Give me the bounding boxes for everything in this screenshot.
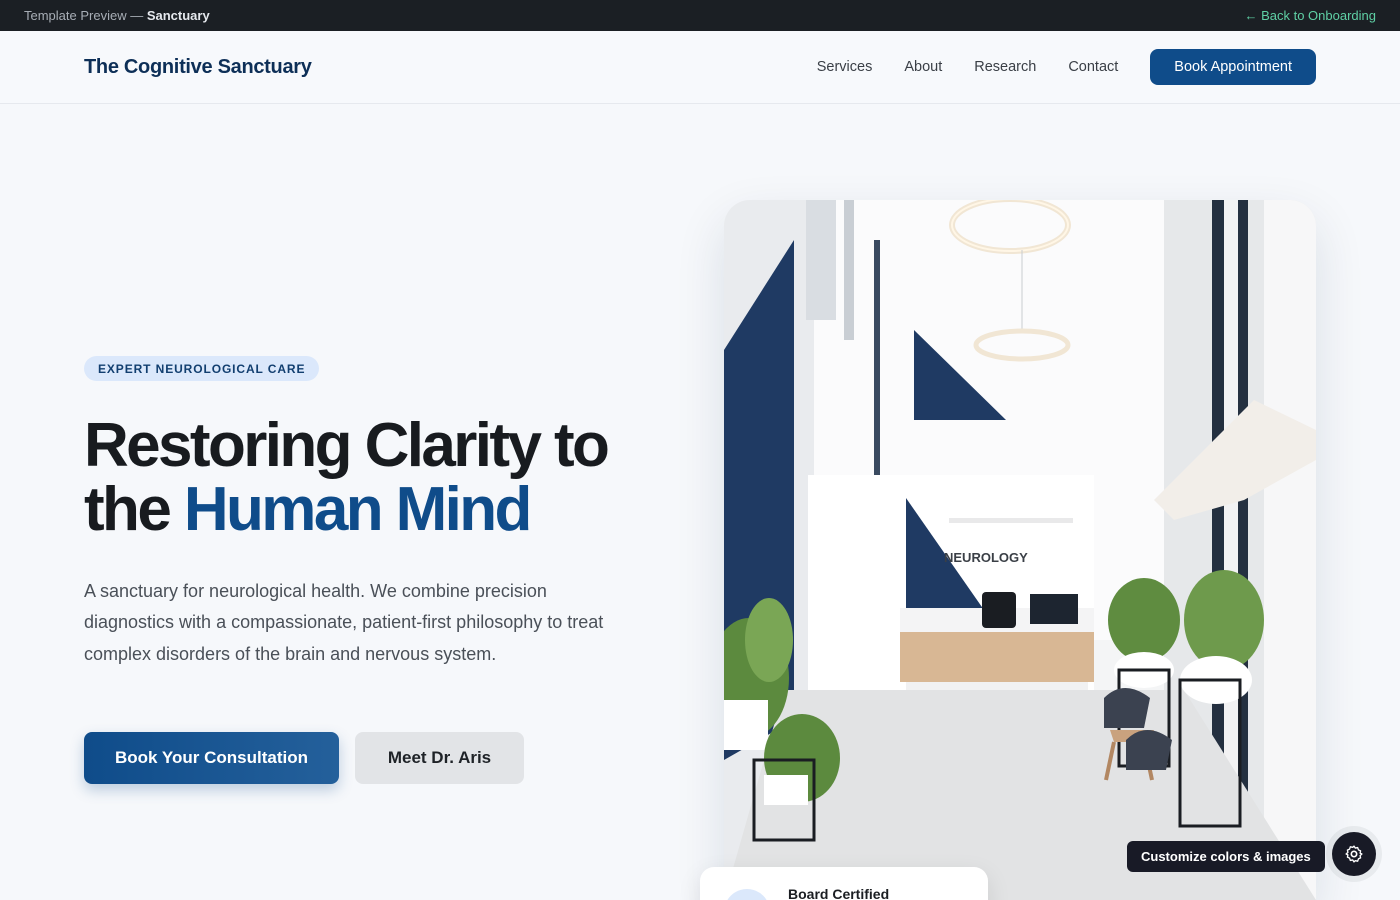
hero-title-accent: Human Mind	[183, 475, 533, 544]
preview-label: Template Preview — Sanctuary	[24, 8, 210, 23]
board-certified-title: Board Certified	[788, 886, 890, 900]
back-to-onboarding-link[interactable]: ← Back to Onboarding	[1244, 8, 1376, 23]
gear-icon	[1345, 845, 1363, 863]
main-nav: Services About Research Contact Book App…	[817, 49, 1316, 85]
nav-link-contact[interactable]: Contact	[1068, 59, 1118, 75]
customize-tooltip: Customize colors & images	[1127, 841, 1325, 872]
neurology-sign-1: NEUROLOGY	[944, 536, 1028, 551]
site-header: The Cognitive Sanctuary Services About R…	[0, 31, 1400, 104]
book-appointment-button[interactable]: Book Appointment	[1150, 49, 1316, 85]
neurology-sign-2: NEUROLOGY	[944, 550, 1028, 565]
clinic-interior-image: NEUROLOGY NEUROLOGY	[724, 200, 1316, 900]
board-certified-card: Board Certified	[700, 867, 988, 900]
customize-button[interactable]	[1332, 832, 1376, 876]
certification-icon	[724, 889, 770, 900]
clinic-illustration: NEUROLOGY NEUROLOGY	[724, 200, 1316, 900]
book-consultation-button[interactable]: Book Your Consultation	[84, 732, 339, 784]
preview-template-name: Sanctuary	[146, 8, 210, 23]
template-preview-bar: Template Preview — Sanctuary ← Back to O…	[0, 0, 1400, 31]
meet-dr-aris-button[interactable]: Meet Dr. Aris	[355, 732, 524, 784]
preview-label-prefix: Template Preview —	[24, 8, 144, 23]
nav-link-about[interactable]: About	[904, 59, 942, 75]
brand-logo[interactable]: The Cognitive Sanctuary	[84, 56, 312, 79]
hero-description: A sanctuary for neurological health. We …	[84, 581, 604, 664]
nav-link-research[interactable]: Research	[974, 59, 1036, 75]
hero-title: Restoring Clarity to the Human Mind	[84, 414, 684, 542]
expert-care-pill: EXPERT NEUROLOGICAL CARE	[84, 356, 320, 381]
nav-link-services[interactable]: Services	[817, 59, 873, 75]
